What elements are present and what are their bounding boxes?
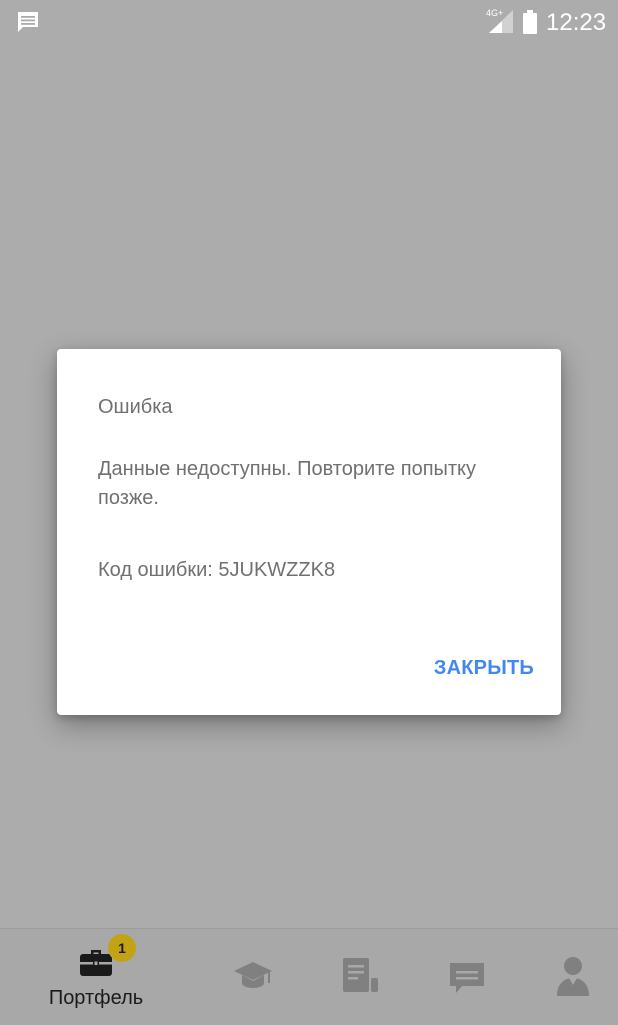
graduation-cap-icon (234, 962, 272, 988)
clock: 12:23 (546, 9, 607, 36)
error-dialog: Ошибка Данные недоступны. Повторите попы… (57, 349, 561, 715)
battery-icon (523, 10, 537, 34)
dialog-message: Данные недоступны. Повторите попытку поз… (98, 458, 477, 509)
nav-item-documents[interactable] (305, 929, 415, 1025)
status-bar: 4G+ 12:23 (0, 0, 618, 44)
bottom-navigation: 1 Портфель (0, 928, 618, 1025)
nav-item-profile[interactable] (518, 929, 618, 1025)
chat-icon (450, 963, 484, 993)
nav-label-portfolio: Портфель (48, 987, 144, 1009)
nav-item-portfolio[interactable]: 1 Портфель (41, 929, 151, 1025)
nav-item-messages[interactable] (412, 929, 522, 1025)
profile-icon (557, 957, 589, 996)
dialog-title: Ошибка (98, 396, 173, 418)
document-icon (343, 958, 378, 992)
error-code-text: Код ошибки: 5JUKWZZK8 (98, 559, 336, 581)
notification-badge: 1 (108, 934, 136, 962)
nav-item-education[interactable] (198, 929, 308, 1025)
signal-icon (489, 10, 513, 33)
close-button[interactable]: ЗАКРЫТЬ (434, 657, 534, 680)
message-notification-icon (18, 12, 38, 32)
